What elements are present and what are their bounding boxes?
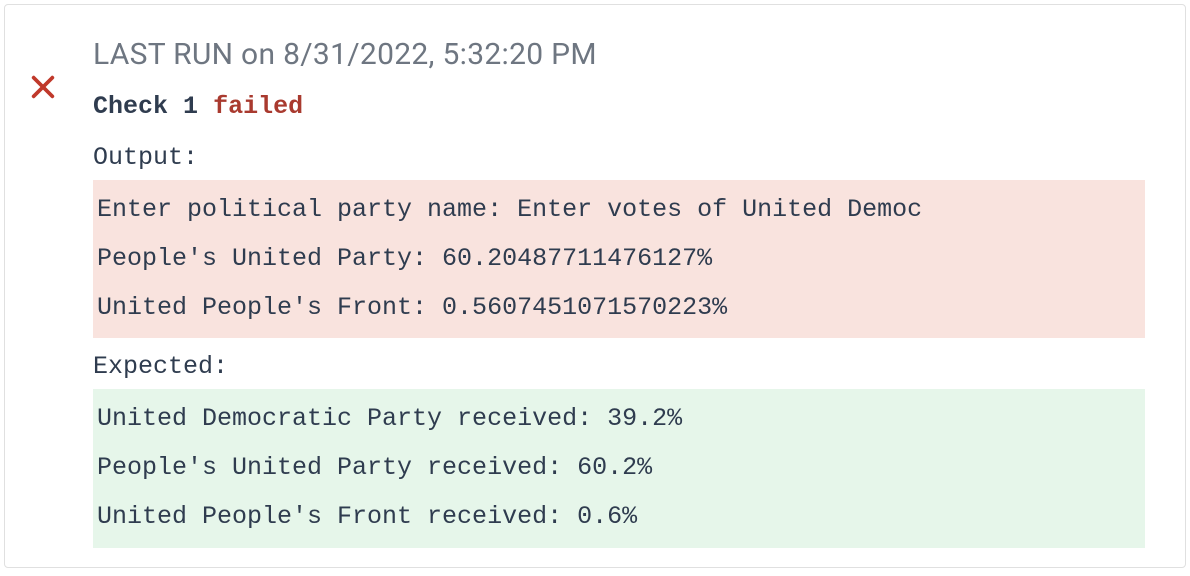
check-status-line: Check 1 failed — [93, 92, 1145, 121]
output-line: Enter political party name: Enter votes … — [97, 186, 1141, 235]
output-line: People's United Party: 60.20487711476127… — [97, 235, 1141, 284]
expected-line: People's United Party received: 60.2% — [97, 444, 1141, 493]
output-block: Enter political party name: Enter votes … — [93, 180, 1145, 338]
result-panel: LAST RUN on 8/31/2022, 5:32:20 PM Check … — [4, 4, 1186, 568]
expected-block: United Democratic Party received: 39.2% … — [93, 389, 1145, 547]
status-icon-column — [29, 37, 57, 535]
expected-line: United People's Front received: 0.6% — [97, 493, 1141, 542]
check-prefix: Check — [93, 92, 168, 121]
expected-label: Expected: — [93, 352, 1145, 381]
fail-x-icon — [29, 73, 57, 101]
expected-line: United Democratic Party received: 39.2% — [97, 395, 1141, 444]
last-run-title: LAST RUN on 8/31/2022, 5:32:20 PM — [93, 37, 1145, 72]
output-line: United People's Front: 0.560745107157022… — [97, 284, 1141, 333]
check-number: 1 — [183, 92, 198, 121]
result-content: LAST RUN on 8/31/2022, 5:32:20 PM Check … — [93, 37, 1145, 535]
output-label: Output: — [93, 143, 1145, 172]
check-status: failed — [213, 92, 303, 121]
